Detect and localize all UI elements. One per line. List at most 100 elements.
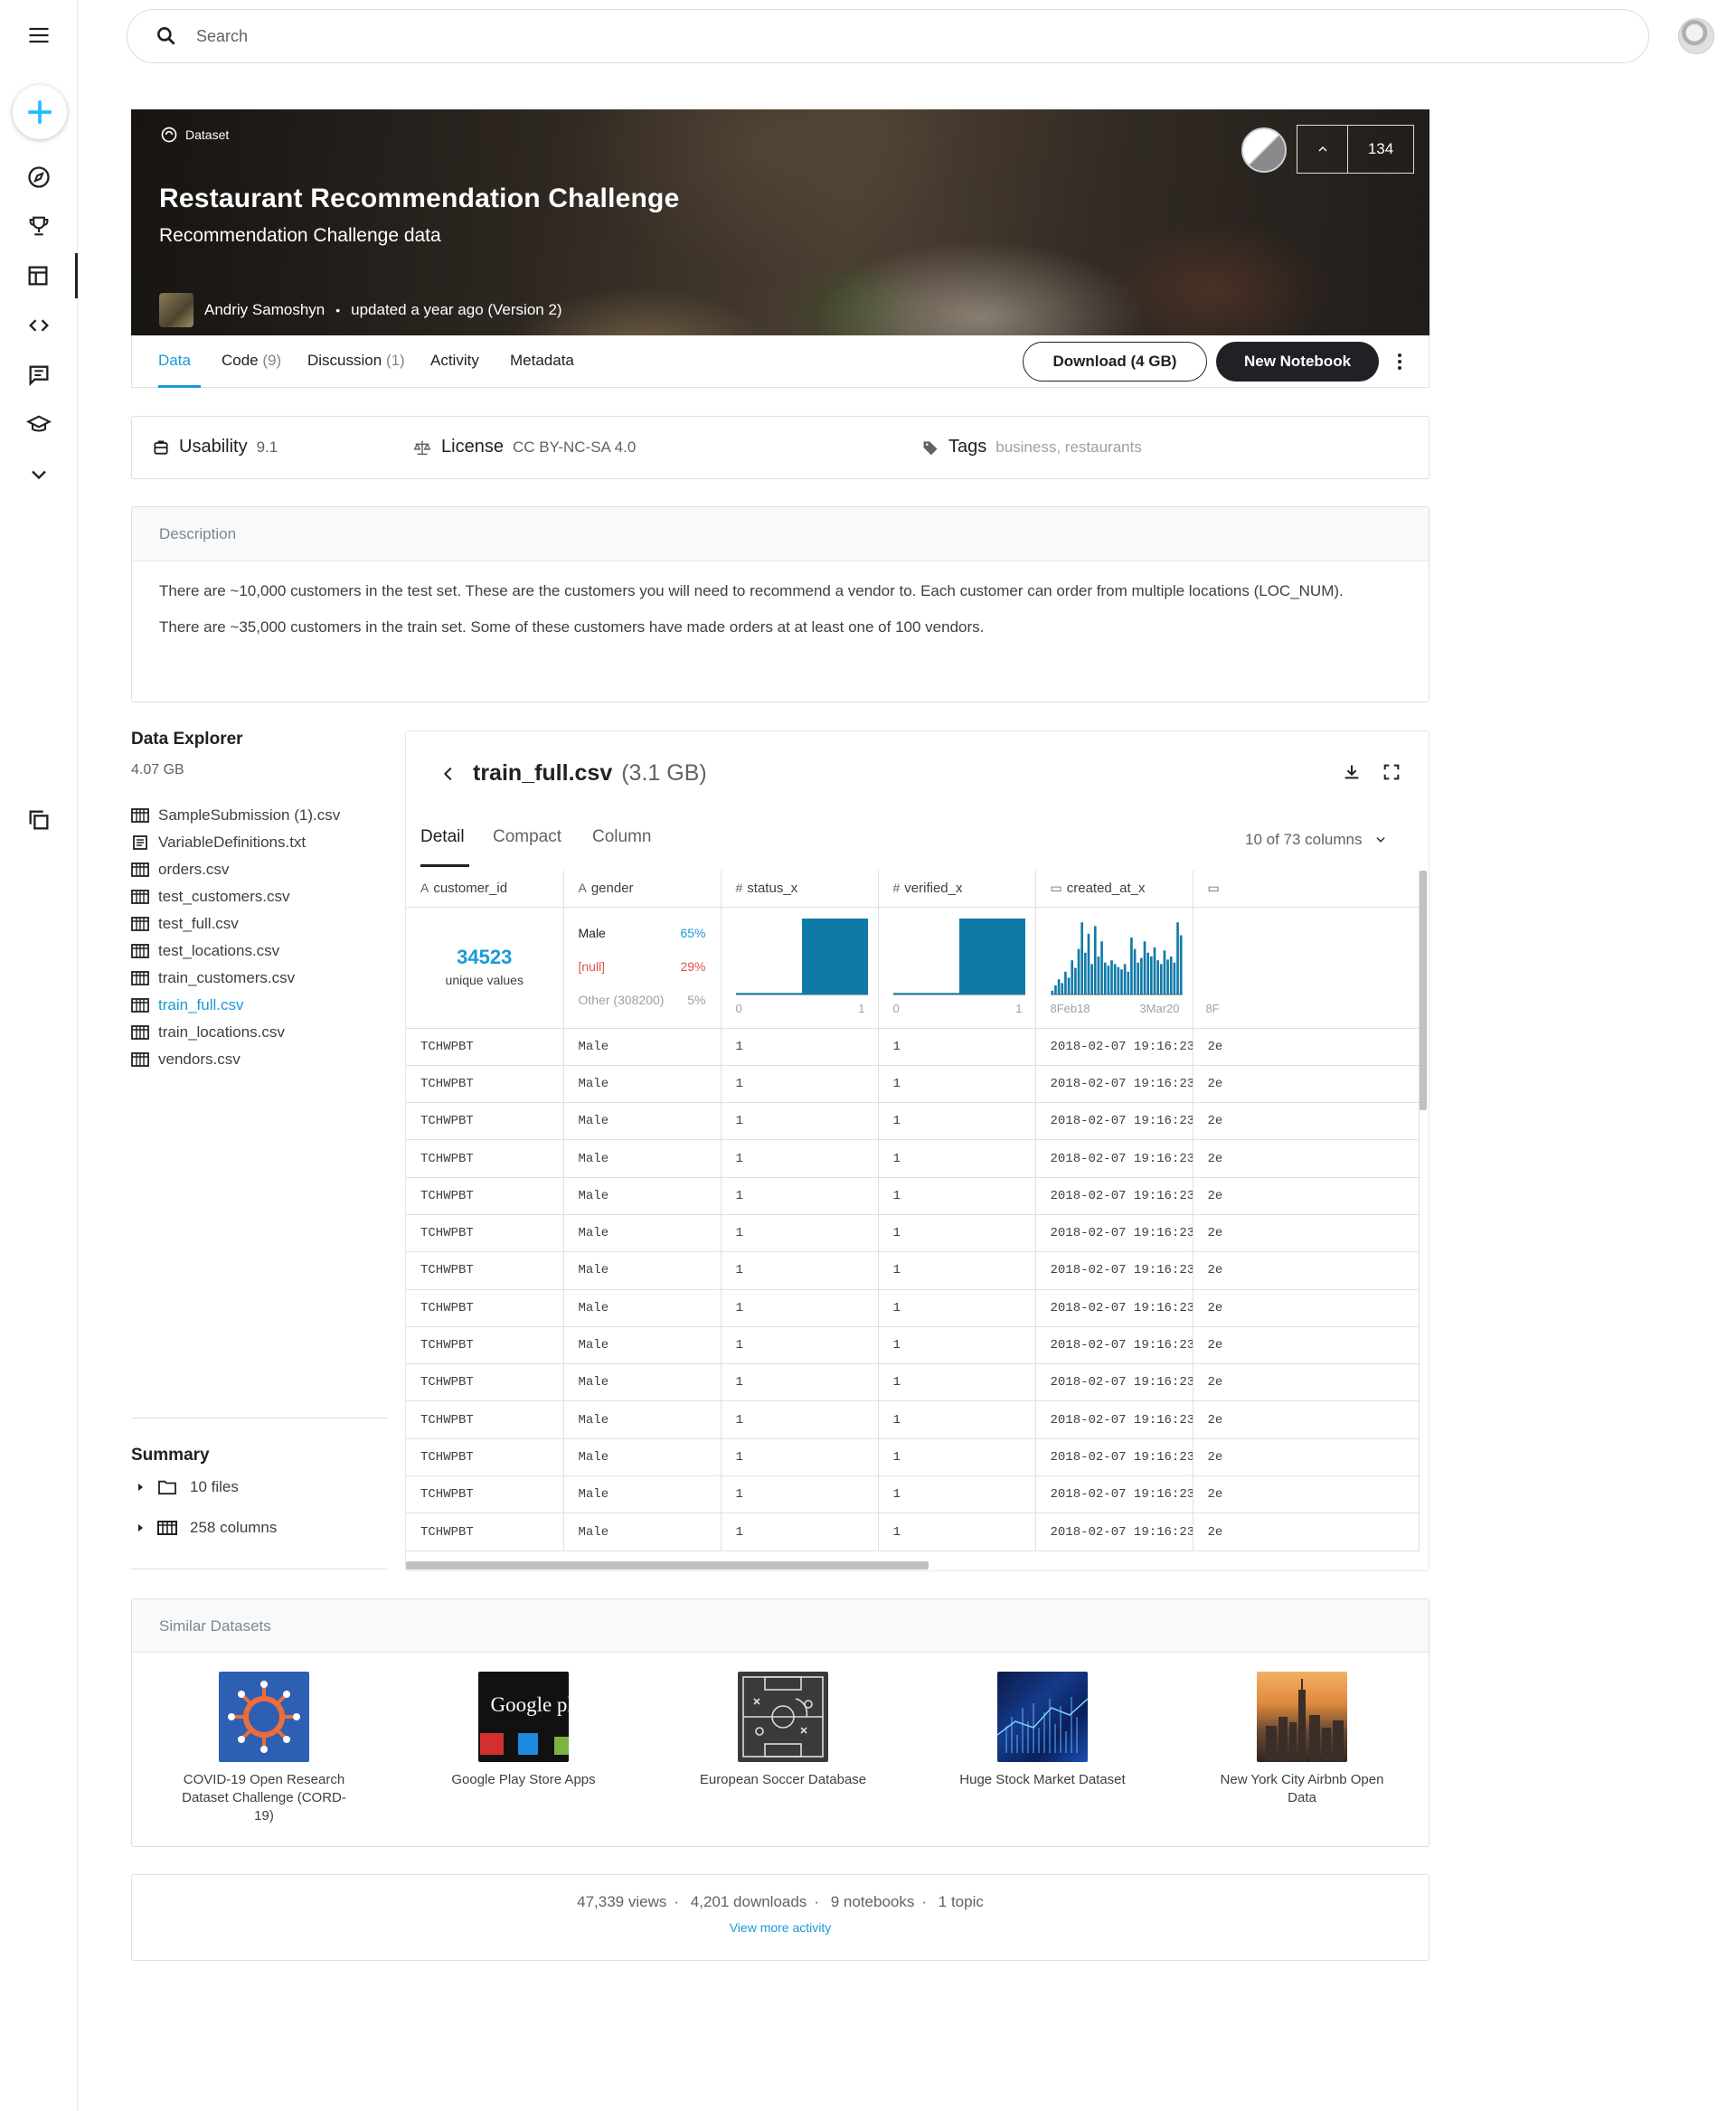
download-button[interactable]: Download (4 GB) [1023,342,1207,382]
histogram-bar[interactable] [892,992,959,994]
histogram-bar[interactable] [1073,967,1077,994]
tab-data[interactable]: Data [158,352,191,370]
owner-avatar[interactable] [159,293,193,327]
histogram-bar[interactable] [1153,947,1156,994]
histogram-bar[interactable] [1099,940,1103,994]
user-avatar[interactable] [1678,18,1714,54]
recently-viewed-icon[interactable] [0,797,78,843]
datasets-table-icon[interactable] [0,253,78,298]
tab-activity[interactable]: Activity [430,352,479,370]
back-chevron-icon[interactable] [439,762,458,786]
histogram-bar[interactable] [1149,956,1153,994]
histogram-bar[interactable] [1053,985,1057,994]
tab-discussion[interactable]: Discussion (1) [307,352,405,370]
histogram-bar[interactable] [1070,959,1073,994]
histogram-bar[interactable] [1156,959,1159,994]
create-button[interactable] [13,85,67,139]
column-header-status-x[interactable]: # status_x [721,871,879,908]
more-options-icon[interactable] [1394,348,1405,375]
histogram-bar[interactable] [1119,968,1123,994]
histogram-bar[interactable] [1123,963,1126,994]
file-list-item[interactable]: test_customers.csv [131,883,340,910]
histogram-bar[interactable] [1051,990,1053,994]
owner-name[interactable]: Andriy Samoshyn [204,301,325,319]
similar-dataset-item[interactable]: New York City Airbnb Open Data [1212,1672,1392,1807]
column-header-customer-id[interactable]: Acustomer_id [406,871,564,908]
file-list-item[interactable]: test_full.csv [131,910,340,938]
learn-graduation-cap-icon[interactable] [0,402,78,448]
new-notebook-button[interactable]: New Notebook [1216,342,1379,382]
histogram-bar[interactable] [1107,965,1109,994]
column-header-created-at-x[interactable]: ▭ created_at_x [1035,871,1194,908]
file-list-item[interactable]: SampleSubmission (1).csv [131,802,340,829]
horizontal-scrollbar[interactable] [406,1561,929,1569]
histogram-bar[interactable] [1080,921,1083,994]
histogram-bar[interactable] [1139,957,1143,994]
license-value[interactable]: CC BY-NC-SA 4.0 [513,438,636,457]
vertical-scrollbar[interactable] [1420,871,1427,1110]
histogram-bar[interactable] [1126,971,1129,994]
topics-count[interactable]: 1 topic [939,1893,984,1910]
histogram-bar[interactable] [1093,925,1097,994]
similar-dataset-item[interactable]: European Soccer Database [693,1672,873,1789]
fullscreen-icon[interactable] [1382,762,1401,782]
tab-metadata[interactable]: Metadata [510,352,574,370]
file-list-item[interactable]: train_locations.csv [131,1019,340,1046]
histogram-bar[interactable] [1175,921,1179,994]
histogram-bar[interactable] [1159,963,1163,994]
trophy-icon[interactable] [0,203,78,249]
histogram-bar[interactable] [1129,937,1133,994]
upvote-widget[interactable]: 134 [1297,125,1414,174]
histogram-bar[interactable] [958,918,1025,994]
histogram-bar[interactable] [801,918,868,994]
view-tab-detail[interactable]: Detail [420,827,465,847]
code-icon[interactable] [0,303,78,348]
histogram-bar[interactable] [1117,966,1119,994]
download-icon[interactable] [1342,762,1362,782]
search-input[interactable]: Search [196,27,248,46]
histogram-bar[interactable] [1060,982,1063,994]
menu-icon[interactable] [0,13,78,58]
histogram-bar[interactable] [1077,948,1080,994]
histogram-bar[interactable] [1090,963,1093,994]
histogram-bar[interactable] [1097,956,1099,994]
search-bar[interactable]: Search [127,9,1649,63]
column-header-verified-x[interactable]: # verified_x [878,871,1036,908]
histogram-bar[interactable] [1143,940,1146,994]
histogram-bar[interactable] [1179,934,1182,994]
chevron-down-icon[interactable] [0,452,78,497]
histogram-bar[interactable] [1173,962,1175,994]
column-header-next[interactable]: ▭ [1193,871,1420,908]
histogram-bar[interactable] [1083,952,1087,994]
summary-columns-row[interactable]: 258 columns [137,1519,277,1537]
histogram-bar[interactable] [1169,956,1173,994]
histogram-bar[interactable] [1109,959,1113,994]
view-tab-compact[interactable]: Compact [493,827,561,847]
histogram-bar[interactable] [1133,948,1136,994]
file-list-item[interactable]: test_locations.csv [131,938,340,965]
histogram-bar[interactable] [1063,971,1067,994]
file-list-item[interactable]: train_full.csv [131,992,340,1019]
upvote-button[interactable] [1297,126,1348,173]
file-list-item[interactable]: orders.csv [131,856,340,883]
view-tab-column[interactable]: Column [592,827,651,847]
histogram-bar[interactable] [1136,962,1139,994]
file-list-item[interactable]: train_customers.csv [131,965,340,992]
histogram-bar[interactable] [1067,977,1070,994]
histogram-bar[interactable] [1163,949,1165,994]
tab-code[interactable]: Code (9) [222,352,281,370]
histogram-bar[interactable] [1057,978,1060,994]
file-list-item[interactable]: vendors.csv [131,1046,340,1073]
histogram-bar[interactable] [735,992,802,994]
updated-text[interactable]: updated a year ago (Version 2) [351,301,561,319]
histogram-bar[interactable] [1165,958,1169,994]
similar-dataset-item[interactable]: Google play Google Play Store Apps [433,1672,614,1789]
file-list-item[interactable]: VariableDefinitions.txt [131,829,340,856]
discussion-icon[interactable] [0,353,78,398]
summary-files-row[interactable]: 10 files [137,1478,239,1496]
histogram-bar[interactable] [1103,962,1107,994]
histogram-bar[interactable] [1087,933,1090,994]
similar-dataset-item[interactable]: COVID-19 Open Research Dataset Challenge… [174,1672,354,1825]
notebooks-count[interactable]: 9 notebooks [831,1893,915,1910]
histogram-bar[interactable] [1113,963,1116,994]
